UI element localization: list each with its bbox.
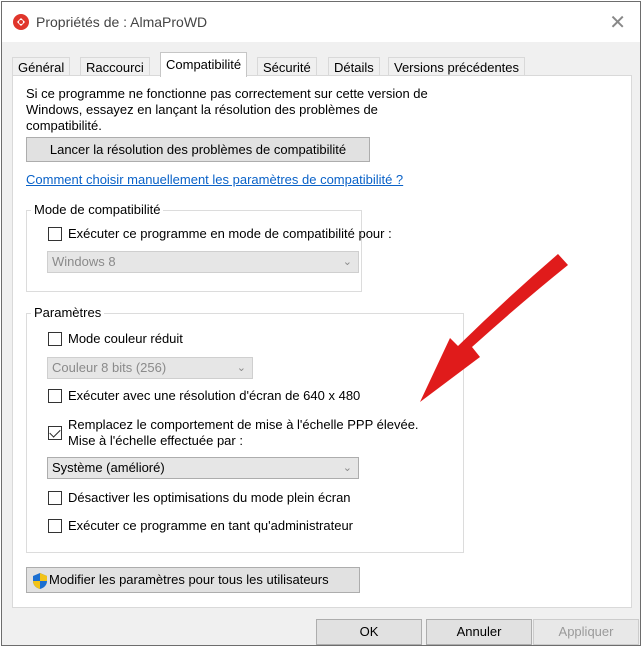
- tab-compatibilite[interactable]: Compatibilité: [160, 52, 248, 77]
- red-arrow-annotation: [420, 254, 568, 402]
- properties-dialog: Propriétés de : AlmaProWD ✕ Général Racc…: [1, 1, 641, 646]
